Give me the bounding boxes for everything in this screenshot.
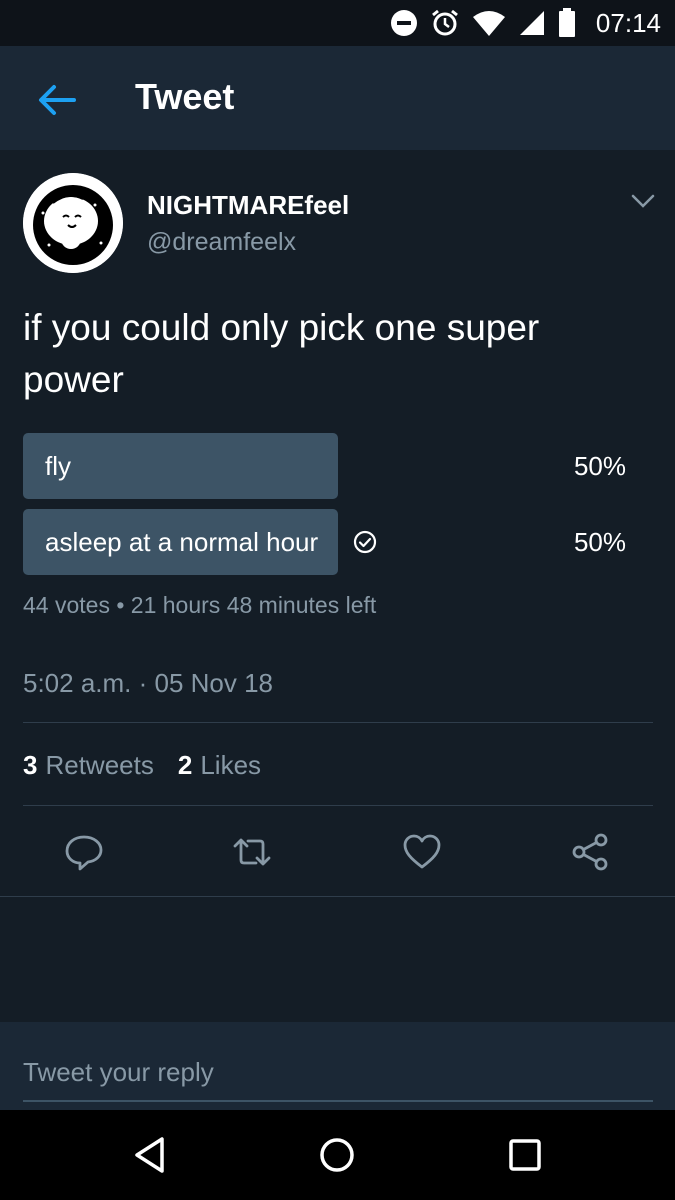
heart-icon[interactable]	[402, 832, 442, 872]
page-title: Tweet	[135, 76, 235, 117]
poll-option-percent: 50%	[573, 451, 626, 481]
tweet-timestamp: 5:02 a.m. · 05 Nov 18	[23, 668, 274, 698]
do-not-disturb-icon	[390, 10, 417, 36]
chevron-down-icon[interactable]	[628, 188, 658, 214]
status-icons: 07:14	[390, 0, 675, 46]
author-handle[interactable]: @dreamfeelx	[147, 228, 296, 257]
poll-option-percent: 50%	[573, 527, 626, 557]
likes-stat[interactable]: 2 Likes	[178, 750, 261, 781]
retweets-count: 3	[23, 750, 38, 780]
poll-option-2: asleep at a normal hour 50%	[23, 509, 653, 575]
poll-time-left: 21 hours 48 minutes left	[130, 592, 377, 618]
poll-option-1: fly 50%	[23, 433, 653, 499]
signal-icon	[519, 11, 544, 35]
home-circle-icon[interactable]	[314, 1132, 360, 1178]
retweets-label: Retweets	[45, 750, 154, 780]
poll-meta: 44 votes • 21 hours 48 minutes left	[23, 592, 376, 619]
recents-square-icon[interactable]	[502, 1132, 548, 1178]
navigation-bar	[0, 1110, 675, 1200]
avatar-image	[23, 173, 123, 273]
likes-label: Likes	[200, 750, 262, 780]
alarm-icon	[431, 9, 458, 36]
check-circle-icon	[353, 530, 377, 554]
speech-bubble-icon[interactable]	[64, 832, 104, 872]
reply-input[interactable]	[23, 1044, 653, 1102]
poll-option-label: fly	[45, 451, 71, 481]
poll-separator: •	[116, 592, 125, 618]
status-bar: 07:14	[0, 0, 675, 46]
status-time: 07:14	[595, 7, 661, 38]
poll-option-label: asleep at a normal hour	[45, 527, 319, 557]
reply-area	[0, 1022, 675, 1110]
avatar[interactable]	[23, 173, 123, 273]
battery-icon	[558, 8, 575, 37]
arrow-left-icon[interactable]	[34, 78, 78, 122]
author-name[interactable]: NIGHTMAREfeel	[147, 190, 349, 221]
divider	[23, 805, 653, 806]
tweet-text: if you could only pick one super power	[23, 307, 540, 400]
divider	[0, 896, 675, 897]
retweets-stat[interactable]: 3 Retweets	[23, 750, 154, 781]
likes-count: 2	[177, 750, 193, 780]
back-triangle-icon[interactable]	[128, 1132, 174, 1178]
divider	[23, 722, 653, 723]
poll-votes: 44 votes	[23, 592, 110, 618]
tweet-stats: 3 Retweets 2 Likes	[23, 750, 261, 781]
share-icon[interactable]	[570, 832, 610, 872]
wifi-icon	[472, 11, 505, 36]
retweet-icon[interactable]	[232, 832, 272, 872]
app-bar: Tweet	[0, 46, 675, 150]
